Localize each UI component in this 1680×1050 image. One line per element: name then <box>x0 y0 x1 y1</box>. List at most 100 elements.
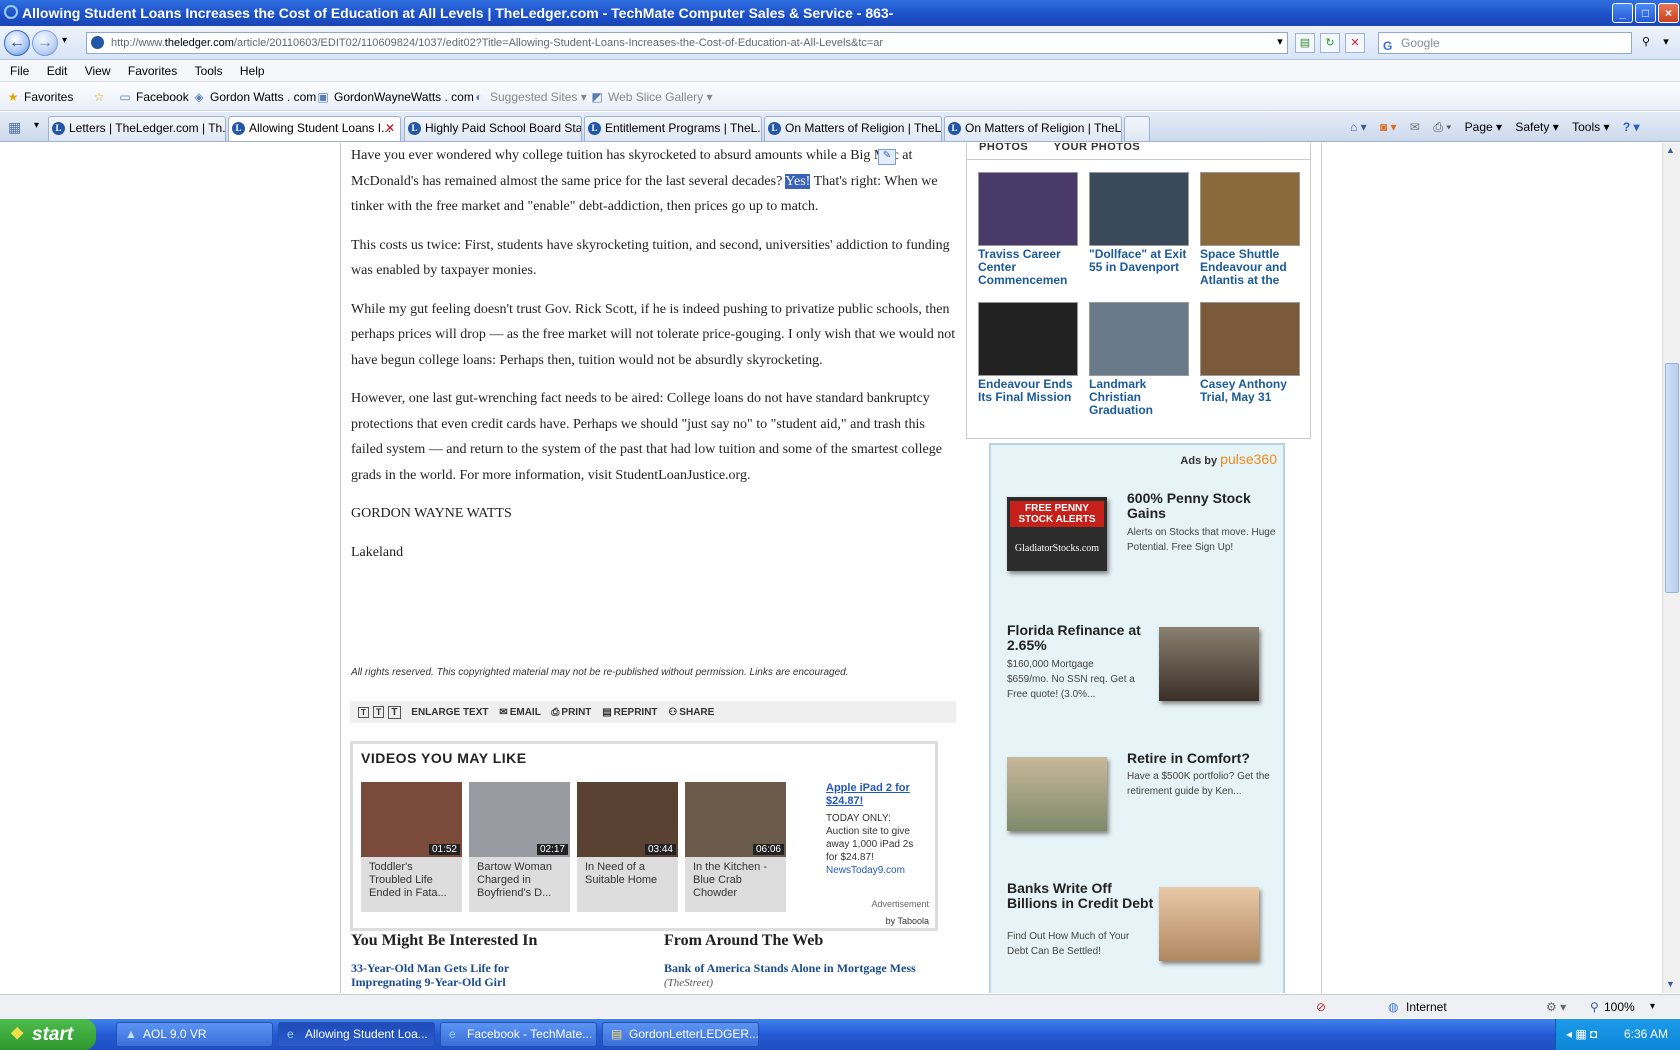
ipad-ad-link[interactable]: Apple iPad 2 for $24.87! <box>826 782 910 807</box>
ledger-favicon-icon: L <box>948 122 961 135</box>
accelerator-icon[interactable]: ✎ <box>878 149 896 165</box>
forward-button[interactable]: → <box>32 30 58 56</box>
share-button[interactable]: SHARE <box>679 707 714 718</box>
suggested-sites-button[interactable]: ◐ Suggested Sites ▾ <box>472 83 586 111</box>
photo-item[interactable]: Endeavour Ends Its Final Mission <box>978 302 1078 417</box>
video-item[interactable]: 01:52 Toddler's Troubled Life Ended in F… <box>361 782 462 912</box>
tab-list-chevron-icon[interactable]: ▾ <box>34 120 39 131</box>
new-tab-button[interactable] <box>1124 116 1150 141</box>
video-item[interactable]: 02:17 Bartow Woman Charged in Boyfriend'… <box>469 782 570 912</box>
ad-title[interactable]: 600% Penny Stock Gains <box>1127 491 1267 521</box>
menu-help[interactable]: Help <box>240 64 265 78</box>
scroll-up-icon[interactable]: ▲ <box>1666 145 1675 155</box>
print-button[interactable]: PRINT <box>561 707 591 718</box>
photo-item[interactable]: Landmark Christian Graduation <box>1089 302 1189 417</box>
tab-allowing-student-loans[interactable]: L Allowing Student Loans I... ✕ <box>228 116 401 141</box>
tab-label: Letters | TheLedger.com | Th... <box>69 121 226 135</box>
favorite-link-facebook[interactable]: ▭ Facebook <box>118 83 189 111</box>
text-small-icon[interactable]: T <box>358 707 369 718</box>
compatibility-view-icon[interactable]: ▤ <box>1295 33 1315 53</box>
recent-pages-chevron-icon[interactable]: ▾ <box>62 35 67 46</box>
popup-blocker-icon[interactable]: ⚙ ▾ <box>1546 995 1566 1019</box>
favorite-link-gordonwaynewatts[interactable]: ▣ GordonWayneWatts . com <box>316 83 474 111</box>
read-mail-icon[interactable]: ✉ <box>1410 120 1420 134</box>
url-prefix: http://www. <box>111 37 165 49</box>
start-button[interactable]: ❖ start <box>0 1019 96 1050</box>
ad-title[interactable]: Retire in Comfort? <box>1127 751 1277 766</box>
search-magnifier-icon[interactable]: ⚲ <box>1636 33 1656 53</box>
enlarge-text-button[interactable]: ENLARGE TEXT <box>411 707 488 718</box>
vertical-scrollbar[interactable]: ▲ ▼ <box>1662 143 1680 993</box>
scrollbar-thumb[interactable] <box>1665 363 1679 593</box>
zoom-icon[interactable]: ⚲ <box>1590 995 1599 1019</box>
photo-item[interactable]: "Dollface" at Exit 55 in Davenport <box>1089 172 1189 287</box>
taskbar-item-aol[interactable]: ▲ AOL 9.0 VR <box>116 1022 273 1047</box>
ad-image-banks[interactable] <box>1159 887 1259 961</box>
menu-view[interactable]: View <box>85 64 111 78</box>
interest-link[interactable]: 33-Year-Old Man Gets Life for Impregnati… <box>351 961 581 989</box>
taskbar-item-ie-allowing[interactable]: e Allowing Student Loa... <box>278 1022 435 1047</box>
ad-image-refinance[interactable] <box>1159 627 1259 701</box>
reprint-button[interactable]: REPRINT <box>614 707 658 718</box>
close-tab-icon[interactable]: ✕ <box>385 117 395 140</box>
add-favorite-button[interactable]: ☆ <box>92 83 110 111</box>
refresh-icon[interactable]: ↻ <box>1320 33 1340 53</box>
minimize-button[interactable]: _ <box>1612 3 1633 23</box>
help-icon[interactable]: ? ▾ <box>1623 120 1640 134</box>
address-dropdown-icon[interactable]: ▾ <box>1270 33 1290 53</box>
favorites-button[interactable]: ★ Favorites <box>6 83 74 111</box>
photo-item[interactable]: Casey Anthony Trial, May 31 <box>1200 302 1300 417</box>
search-input[interactable]: G Google <box>1378 32 1632 54</box>
menu-file[interactable]: File <box>10 64 29 78</box>
tab-highly-paid[interactable]: L Highly Paid School Board Staf... <box>404 116 582 141</box>
tab-entitlement-programs[interactable]: L Entitlement Programs | TheL... <box>584 116 762 141</box>
photo-item[interactable]: Traviss Career Center Commencemen <box>978 172 1078 287</box>
tools-menu[interactable]: Tools ▾ <box>1572 120 1609 134</box>
safety-menu[interactable]: Safety ▾ <box>1515 120 1558 134</box>
tray-icons[interactable]: ◂ ▦ ◘ <box>1566 1019 1597 1050</box>
zoom-level[interactable]: 100% <box>1604 995 1635 1019</box>
scroll-down-icon[interactable]: ▼ <box>1666 979 1675 989</box>
feeds-icon[interactable]: ◙ ▾ <box>1380 120 1397 134</box>
clock[interactable]: 6:36 AM <box>1624 1027 1668 1041</box>
ad-title[interactable]: Banks Write Off Billions in Credit Debt <box>1007 881 1157 911</box>
back-button[interactable]: ← <box>4 30 30 56</box>
search-options-chevron-icon[interactable]: ▾ <box>1656 33 1676 53</box>
email-button[interactable]: EMAIL <box>510 707 541 718</box>
web-slice-gallery-button[interactable]: ◩ Web Slice Gallery ▾ <box>590 83 712 111</box>
taskbar-item-facebook[interactable]: e Facebook - TechMate... <box>440 1022 597 1047</box>
favorite-link-gordonwatts[interactable]: ◈ Gordon Watts . com <box>192 83 316 111</box>
video-item[interactable]: 03:44 In Need of a Suitable Home <box>577 782 678 912</box>
around-web-link[interactable]: Bank of America Stands Alone in Mortgage… <box>664 961 954 990</box>
tab-on-matters-of-religion-2[interactable]: L On Matters of Religion | TheL... <box>944 116 1122 141</box>
tab-letters[interactable]: L Letters | TheLedger.com | Th... <box>48 116 226 141</box>
text-large-icon[interactable]: T <box>388 706 401 719</box>
ad-title[interactable]: Florida Refinance at 2.65% <box>1007 623 1157 653</box>
taboola-credit[interactable]: by Taboola <box>886 916 929 926</box>
menu-tools[interactable]: Tools <box>195 64 223 78</box>
video-item[interactable]: 06:06 In the Kitchen - Blue Crab Chowder <box>685 782 786 912</box>
maximize-button[interactable]: □ <box>1635 3 1656 23</box>
close-button[interactable]: × <box>1658 3 1679 23</box>
photo-item[interactable]: Space Shuttle Endeavour and Atlantis at … <box>1200 172 1300 287</box>
stop-icon[interactable]: ✕ <box>1345 33 1365 53</box>
email-icon: ✉ <box>499 707 508 718</box>
fav-label: Facebook <box>136 90 189 104</box>
taskbar-item-gordonletter[interactable]: ▤ GordonLetterLEDGER... <box>602 1022 759 1047</box>
print-icon[interactable]: ⎙ ▾ <box>1433 120 1451 134</box>
zoom-chevron-icon[interactable]: ▾ <box>1650 995 1655 1019</box>
menu-edit[interactable]: Edit <box>47 64 68 78</box>
page-menu[interactable]: Page ▾ <box>1465 120 1502 134</box>
home-icon[interactable]: ⌂ ▾ <box>1350 120 1367 134</box>
ipad-ad-source[interactable]: NewsToday9.com <box>826 864 926 877</box>
ads-by-label[interactable]: Ads by pulse360 <box>1180 451 1277 467</box>
tab-on-matters-of-religion-1[interactable]: L On Matters of Religion | TheL... <box>764 116 942 141</box>
text-medium-icon[interactable]: T <box>372 706 385 718</box>
quick-tabs-icon[interactable]: ▦ <box>8 119 32 137</box>
tab-your-photos[interactable]: YOUR PHOTOS <box>1054 143 1141 153</box>
ad-image-penny-stock[interactable]: FREE PENNY STOCK ALERTS GladiatorStocks.… <box>1007 497 1107 571</box>
ad-image-retire[interactable] <box>1007 757 1107 831</box>
address-input[interactable]: http://www.theledger.com/article/2011060… <box>86 32 1288 54</box>
tab-photos[interactable]: PHOTOS <box>979 143 1028 153</box>
menu-favorites[interactable]: Favorites <box>128 64 177 78</box>
